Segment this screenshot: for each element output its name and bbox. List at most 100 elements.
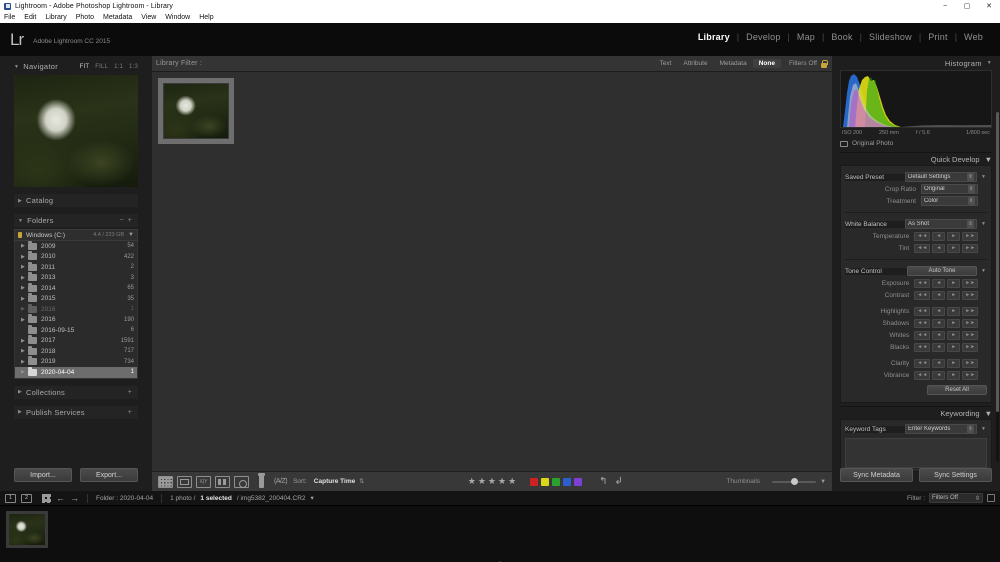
folder-row-2014[interactable]: ▶ 2014 65 xyxy=(15,282,137,294)
toolbar-options-icon[interactable]: ▼ xyxy=(820,479,826,485)
menu-item-view[interactable]: View xyxy=(141,14,156,21)
menu-item-edit[interactable]: Edit xyxy=(24,14,36,21)
volume-row[interactable]: Windows (C:) 4.4 / 223 GB ▼ xyxy=(14,229,138,241)
chevron-updown-icon[interactable]: ⇳ xyxy=(967,197,975,205)
highlights-increase[interactable]: ► xyxy=(947,306,961,316)
chevron-down-icon[interactable]: ▼ xyxy=(128,232,134,238)
shadows-decrease[interactable]: ◄ xyxy=(932,318,946,328)
original-photo-row[interactable]: Original Photo xyxy=(840,138,992,149)
chevron-updown-icon[interactable]: ⇳ xyxy=(975,495,980,502)
add-folder-button[interactable]: + xyxy=(126,217,134,224)
star-3[interactable]: ★ xyxy=(488,477,496,486)
module-book[interactable]: Book xyxy=(824,32,859,42)
blacks-decrease[interactable]: ◄ xyxy=(932,342,946,352)
thumbnail-size-slider[interactable] xyxy=(772,477,817,485)
shadows-decrease-large[interactable]: ◄◄ xyxy=(914,318,931,328)
rotate-right-icon[interactable]: ↲ xyxy=(615,476,623,487)
contrast-increase-large[interactable]: ►► xyxy=(962,290,979,300)
chevron-down-icon[interactable]: ▼ xyxy=(18,218,23,224)
temperature-decrease[interactable]: ◄ xyxy=(932,231,946,241)
chevron-right-icon[interactable]: ▶ xyxy=(18,409,22,415)
star-4[interactable]: ★ xyxy=(498,477,506,486)
filter-option-text[interactable]: Text xyxy=(653,59,677,68)
module-develop[interactable]: Develop xyxy=(739,32,787,42)
blacks-increase-large[interactable]: ►► xyxy=(962,342,979,352)
disclosure-triangle-icon[interactable]: ▶ xyxy=(21,359,28,365)
chevron-down-icon[interactable]: ▼ xyxy=(985,409,992,418)
menu-item-window[interactable]: Window xyxy=(165,14,190,21)
rating-stars[interactable]: ★ ★ ★ ★ ★ xyxy=(468,477,516,486)
catalog-header[interactable]: ▶ Catalog xyxy=(14,194,138,207)
contrast-decrease-large[interactable]: ◄◄ xyxy=(914,290,931,300)
sync-metadata-button[interactable]: Sync Metadata xyxy=(840,468,913,482)
clarity-increase-large[interactable]: ►► xyxy=(962,358,979,368)
menu-item-help[interactable]: Help xyxy=(199,14,213,21)
clarity-decrease[interactable]: ◄ xyxy=(932,358,946,368)
chevron-down-icon[interactable]: ▼ xyxy=(985,155,992,164)
keyword-input-field[interactable] xyxy=(845,438,987,468)
whites-increase[interactable]: ► xyxy=(947,330,961,340)
folders-header[interactable]: ▼ Folders − + xyxy=(14,214,138,227)
rotate-left-icon[interactable]: ↰ xyxy=(599,476,607,487)
highlights-increase-large[interactable]: ►► xyxy=(962,306,979,316)
nav-mode-1-1[interactable]: 1:1 xyxy=(114,64,123,70)
folder-row-2018[interactable]: ▶ 2018 717 xyxy=(15,345,137,357)
star-5[interactable]: ★ xyxy=(508,477,516,486)
right-panel-scrollbar[interactable] xyxy=(996,112,999,462)
star-1[interactable]: ★ xyxy=(468,477,476,486)
folder-row-2016[interactable]: ▶ 2016 190 xyxy=(15,314,137,326)
nav-mode-fill[interactable]: FILL xyxy=(95,64,108,70)
chevron-updown-icon[interactable]: ⇳ xyxy=(967,185,975,193)
navigator-preview[interactable] xyxy=(14,75,138,187)
exposure-decrease[interactable]: ◄ xyxy=(932,278,946,288)
chevron-down-icon[interactable]: ▼ xyxy=(981,221,987,227)
compare-view-icon[interactable] xyxy=(196,475,211,488)
vibrance-increase[interactable]: ► xyxy=(947,370,961,380)
disclosure-triangle-icon[interactable]: ▶ xyxy=(21,306,28,312)
navigator-header[interactable]: ▼ Navigator FIT FILL 1:1 1:3 xyxy=(14,60,138,73)
disclosure-triangle-icon[interactable]: ▶ xyxy=(21,243,28,249)
lock-icon[interactable] xyxy=(820,59,828,68)
add-publish-service-button[interactable]: + xyxy=(126,409,134,416)
whites-decrease[interactable]: ◄ xyxy=(932,330,946,340)
disclosure-triangle-icon[interactable]: ▶ xyxy=(21,296,28,302)
temperature-decrease-large[interactable]: ◄◄ xyxy=(914,231,931,241)
clarity-decrease-large[interactable]: ◄◄ xyxy=(914,358,931,368)
disclosure-triangle-icon[interactable]: ▶ xyxy=(21,338,28,344)
chevron-down-icon[interactable]: ▼ xyxy=(14,64,19,70)
exposure-decrease-large[interactable]: ◄◄ xyxy=(914,278,931,288)
export-button[interactable]: Export... xyxy=(80,468,138,482)
color-label-purple[interactable] xyxy=(574,477,583,486)
disclosure-triangle-icon[interactable]: ▶ xyxy=(21,275,28,281)
maximize-button[interactable]: ▢ xyxy=(956,0,978,12)
blacks-increase[interactable]: ► xyxy=(947,342,961,352)
survey-view-icon[interactable] xyxy=(215,475,230,488)
folder-row-2020-04-04[interactable]: ▶ 2020-04-04 1 xyxy=(15,366,137,378)
close-button[interactable]: ✕ xyxy=(978,0,1000,12)
color-label-red[interactable] xyxy=(530,477,539,486)
menu-item-photo[interactable]: Photo xyxy=(76,14,94,21)
slider-handle[interactable] xyxy=(791,477,799,485)
blacks-decrease-large[interactable]: ◄◄ xyxy=(914,342,931,352)
folder-row-2009[interactable]: ▶ 2009 54 xyxy=(15,240,137,252)
spray-can-icon[interactable] xyxy=(258,473,265,488)
auto-tone-button[interactable]: Auto Tone xyxy=(907,266,977,276)
sort-az-icon[interactable]: (A/Z) xyxy=(274,478,288,485)
chevron-updown-icon[interactable]: ⇳ xyxy=(967,220,974,228)
disclosure-triangle-icon[interactable]: ▶ xyxy=(21,369,28,375)
filter-option-attribute[interactable]: Attribute xyxy=(677,59,713,68)
nav-mode-1-3[interactable]: 1:3 xyxy=(129,64,138,70)
tint-increase[interactable]: ► xyxy=(947,243,961,253)
quick-develop-header[interactable]: Quick Develop ▼ xyxy=(840,152,992,165)
clarity-increase[interactable]: ► xyxy=(947,358,961,368)
disclosure-triangle-icon[interactable]: ▶ xyxy=(21,348,28,354)
chevron-down-icon[interactable]: ▼ xyxy=(987,60,992,66)
menu-item-metadata[interactable]: Metadata xyxy=(103,14,132,21)
filmstrip-folder-label[interactable]: Folder : 2020-04-04 xyxy=(96,495,153,502)
color-label-yellow[interactable] xyxy=(541,477,550,486)
folder-row-2011[interactable]: ▶ 2011 2 xyxy=(15,261,137,273)
keywording-header[interactable]: Keywording ▼ xyxy=(840,406,992,419)
chevron-down-icon[interactable]: ▼ xyxy=(981,174,987,180)
chevron-updown-icon[interactable]: ⇳ xyxy=(967,425,974,433)
tint-decrease[interactable]: ◄ xyxy=(932,243,946,253)
